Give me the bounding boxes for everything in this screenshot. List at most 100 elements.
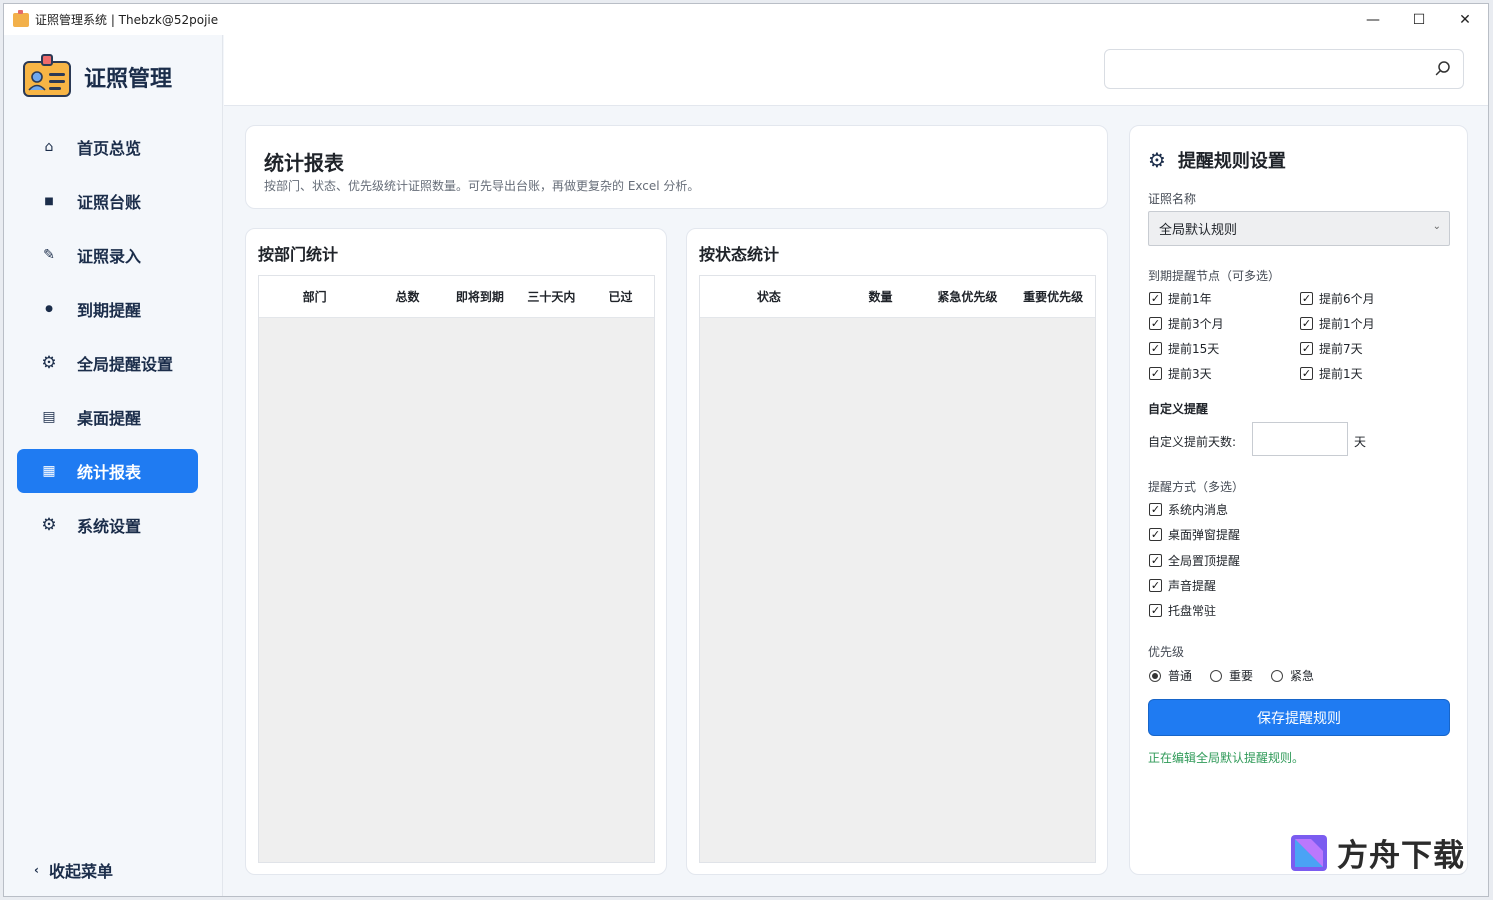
- checkbox-node-15d[interactable]: ✓ 提前15天: [1149, 340, 1219, 357]
- checkbox-check-icon: ✓: [1300, 342, 1313, 355]
- sidebar-item-home[interactable]: ⌂ 首页总览: [17, 125, 198, 169]
- rule-title-text: 提醒规则设置: [1177, 151, 1286, 172]
- app-window: 证照管理系统 | Thebzk@52pojie — ☐ ✕ 证照管理 ⌂ 首页总…: [3, 3, 1489, 897]
- sidebar-item-label: 首页总览: [77, 139, 142, 158]
- column-header-count[interactable]: 数量: [838, 288, 924, 305]
- rule-title: ⚙ 提醒规则设置: [1148, 147, 1286, 173]
- sidebar: 证照管理 ⌂ 首页总览 ◾ 证照台账 ✎ 证照录入 ● 到期提醒 ⚙ 全局提醒设…: [4, 35, 223, 896]
- radio-dot-icon: [1210, 669, 1222, 682]
- checkbox-label: 桌面弹窗提醒: [1168, 528, 1241, 542]
- sidebar-item-statistics[interactable]: ▦ 统计报表: [17, 449, 198, 493]
- brand-title: 证照管理: [84, 67, 173, 92]
- search-icon[interactable]: [1435, 60, 1451, 76]
- sidebar-item-settings[interactable]: ⚙ 系统设置: [17, 503, 198, 547]
- checkbox-node-1m[interactable]: ✓ 提前1个月: [1300, 315, 1375, 332]
- chevron-left-icon: ‹: [34, 863, 39, 877]
- radio-priority-urgent[interactable]: 紧急: [1271, 667, 1314, 684]
- checkbox-node-1d[interactable]: ✓ 提前1天: [1300, 365, 1363, 382]
- sidebar-item-label: 全局提醒设置: [77, 355, 174, 374]
- checkbox-label: 提前6个月: [1319, 292, 1375, 306]
- checkbox-label: 声音提醒: [1168, 579, 1217, 593]
- gear-icon: ⚙: [41, 515, 57, 535]
- column-header-urgent[interactable]: 紧急优先级: [923, 288, 1011, 305]
- column-header-expired[interactable]: 已过: [588, 288, 654, 305]
- top-bar: [224, 35, 1488, 106]
- checkbox-check-icon: ✓: [1149, 554, 1162, 567]
- cert-name-label: 证照名称: [1148, 192, 1197, 206]
- priority-label: 优先级: [1148, 645, 1185, 659]
- collapse-menu-button[interactable]: ‹ 收起菜单: [34, 858, 113, 882]
- sidebar-item-label: 桌面提醒: [77, 409, 142, 428]
- app-logo: [23, 54, 71, 97]
- custom-days-label: 自定义提前天数:: [1148, 435, 1237, 449]
- search-input[interactable]: [1115, 50, 1425, 88]
- title-bar: 证照管理系统 | Thebzk@52pojie — ☐ ✕: [4, 4, 1488, 35]
- checkbox-method-tray[interactable]: ✓ 托盘常驻: [1149, 602, 1216, 619]
- status-message: 正在编辑全局默认提醒规则。: [1148, 751, 1305, 765]
- home-icon: ⌂: [44, 139, 54, 155]
- checkbox-node-3m[interactable]: ✓ 提前3个月: [1149, 315, 1224, 332]
- status-stats-card: 按状态统计 状态 数量 紧急优先级 重要优先级: [686, 228, 1108, 875]
- sidebar-item-label: 到期提醒: [77, 301, 142, 320]
- chevron-down-icon: ⌄: [1432, 221, 1441, 232]
- radio-priority-important[interactable]: 重要: [1210, 667, 1253, 684]
- column-header-total[interactable]: 总数: [370, 288, 444, 305]
- page-subtitle: 按部门、状态、优先级统计证照数量。可先导出台账，再做更复杂的 Excel 分析。: [264, 179, 700, 193]
- sidebar-item-expiry[interactable]: ● 到期提醒: [17, 287, 198, 331]
- checkbox-method-system-message[interactable]: ✓ 系统内消息: [1149, 501, 1228, 518]
- checkbox-check-icon: ✓: [1149, 317, 1162, 330]
- column-header-status[interactable]: 状态: [700, 288, 838, 305]
- checkbox-check-icon: ✓: [1300, 367, 1313, 380]
- checkbox-node-1y[interactable]: ✓ 提前1年: [1149, 290, 1212, 307]
- checkbox-label: 提前3个月: [1168, 317, 1224, 331]
- page-header-card: 统计报表 按部门、状态、优先级统计证照数量。可先导出台账，再做更复杂的 Exce…: [245, 125, 1108, 209]
- table-header: 部门 总数 即将到期 三十天内 已过: [259, 276, 654, 318]
- checkbox-check-icon: ✓: [1149, 342, 1162, 355]
- minimize-button[interactable]: —: [1350, 4, 1396, 35]
- sidebar-item-label: 证照录入: [77, 247, 142, 266]
- checkbox-label: 提前1天: [1319, 367, 1363, 381]
- checkbox-label: 提前1个月: [1319, 317, 1375, 331]
- ledger-icon: ◾: [43, 193, 55, 209]
- checkbox-node-3d[interactable]: ✓ 提前3天: [1149, 365, 1212, 382]
- cert-name-select[interactable]: 全局默认规则 ⌄: [1148, 211, 1450, 246]
- maximize-button[interactable]: ☐: [1396, 4, 1442, 35]
- checkbox-label: 托盘常驻: [1168, 604, 1217, 618]
- checkbox-check-icon: ✓: [1300, 317, 1313, 330]
- radio-priority-normal[interactable]: 普通: [1149, 667, 1192, 684]
- checkbox-method-sound[interactable]: ✓ 声音提醒: [1149, 577, 1216, 594]
- window-title: 证照管理系统 | Thebzk@52pojie: [35, 13, 219, 27]
- collapse-menu-label: 收起菜单: [48, 862, 113, 881]
- sidebar-item-desktop-reminder[interactable]: ▤ 桌面提醒: [17, 395, 198, 439]
- column-header-30days[interactable]: 三十天内: [515, 288, 587, 305]
- checkbox-check-icon: ✓: [1149, 503, 1162, 516]
- sidebar-item-label: 系统设置: [77, 517, 142, 536]
- status-stats-table[interactable]: 状态 数量 紧急优先级 重要优先级: [699, 275, 1096, 863]
- reminder-methods-label: 提醒方式（多选）: [1148, 480, 1245, 494]
- dept-stats-table[interactable]: 部门 总数 即将到期 三十天内 已过: [258, 275, 655, 863]
- custom-days-input[interactable]: [1252, 422, 1348, 456]
- watermark-text: 方舟下载: [1337, 838, 1465, 874]
- column-header-important[interactable]: 重要优先级: [1011, 288, 1095, 305]
- dept-stats-card: 按部门统计 部门 总数 即将到期 三十天内 已过: [245, 228, 667, 875]
- checkbox-label: 系统内消息: [1168, 503, 1229, 517]
- checkbox-node-6m[interactable]: ✓ 提前6个月: [1300, 290, 1375, 307]
- close-button[interactable]: ✕: [1442, 4, 1488, 35]
- page-title: 统计报表: [264, 151, 344, 175]
- sidebar-item-ledger[interactable]: ◾ 证照台账: [17, 179, 198, 223]
- sidebar-item-global-reminder[interactable]: ⚙ 全局提醒设置: [17, 341, 198, 385]
- status-stats-title: 按状态统计: [699, 245, 780, 264]
- search-box: [1104, 49, 1464, 89]
- sidebar-item-entry[interactable]: ✎ 证照录入: [17, 233, 198, 277]
- custom-reminder-heading: 自定义提醒: [1148, 402, 1209, 416]
- radio-label: 紧急: [1290, 669, 1315, 683]
- save-rule-button[interactable]: 保存提醒规则: [1148, 699, 1450, 736]
- checkbox-method-topmost[interactable]: ✓ 全局置顶提醒: [1149, 552, 1240, 569]
- gear-icon: ⚙: [1148, 148, 1166, 172]
- checkbox-node-7d[interactable]: ✓ 提前7天: [1300, 340, 1363, 357]
- column-header-dept[interactable]: 部门: [259, 288, 370, 305]
- column-header-expiring[interactable]: 即将到期: [445, 288, 516, 305]
- watermark-logo: [1291, 834, 1327, 871]
- checkbox-method-desktop-popup[interactable]: ✓ 桌面弹窗提醒: [1149, 526, 1240, 543]
- reminder-nodes-label: 到期提醒节点（可多选）: [1148, 269, 1281, 283]
